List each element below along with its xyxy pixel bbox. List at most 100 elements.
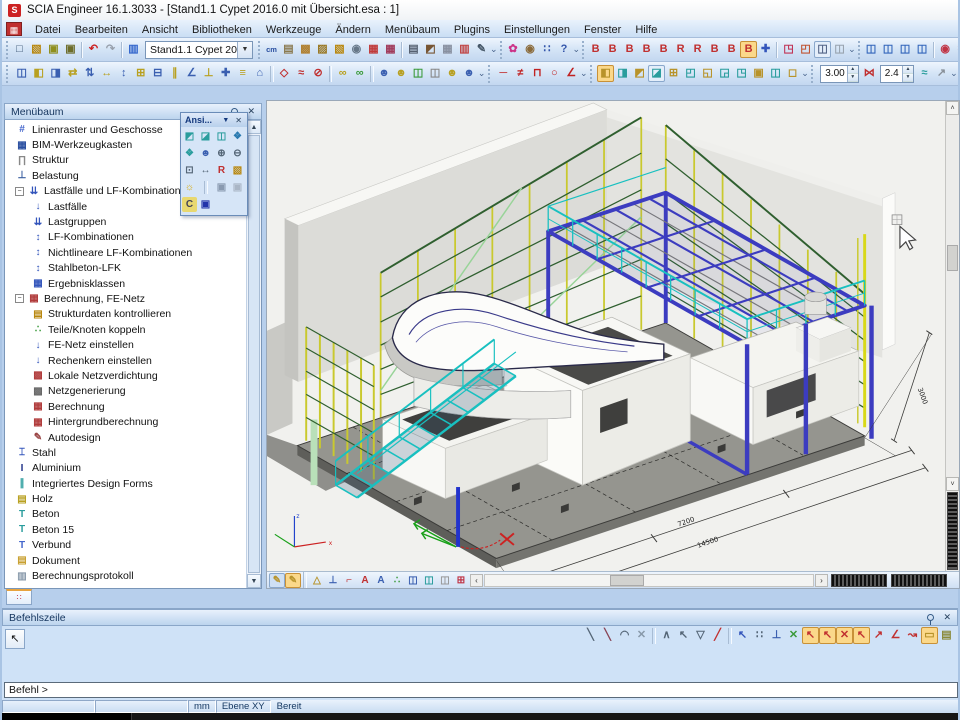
show-grid-icon[interactable]: ⊞: [453, 573, 469, 588]
document-red-icon[interactable]: ▥: [456, 41, 473, 58]
snap-ortho-icon[interactable]: ↗: [870, 627, 887, 644]
menu-item--ndern[interactable]: Ändern: [328, 22, 377, 38]
clipboard-picture-icon[interactable]: ✿: [505, 41, 522, 58]
member-vstretch-icon[interactable]: ↕: [115, 65, 132, 82]
zoom-out-icon[interactable]: ⊖: [230, 146, 245, 161]
window-result-icon[interactable]: ◳: [780, 41, 797, 58]
pointer-tool-button[interactable]: ↖: [5, 629, 25, 649]
toolbar-grip[interactable]: [858, 41, 860, 59]
snap-clear-icon[interactable]: ✕: [785, 627, 802, 644]
beam-icon[interactable]: B: [655, 41, 672, 58]
member-stretch-icon[interactable]: ↔: [98, 65, 115, 82]
member-perp-icon[interactable]: ⊥: [200, 65, 217, 82]
node-pair-2-icon[interactable]: ☻: [393, 65, 410, 82]
save-icon[interactable]: ▣: [45, 41, 62, 58]
toolbar-grip[interactable]: [6, 41, 8, 59]
overflow-chevron-icon[interactable]: ⌄: [478, 68, 486, 79]
tree-item[interactable]: ▤Strukturdaten kontrollieren: [5, 307, 246, 322]
snap-tangent-icon[interactable]: ↝: [904, 627, 921, 644]
move-crosshair-icon[interactable]: ✚: [757, 41, 774, 58]
snap-plane-icon[interactable]: ▽: [692, 627, 709, 644]
overflow-chevron-icon[interactable]: ⌄: [801, 68, 809, 79]
window-copy-3-icon[interactable]: ◫: [897, 41, 914, 58]
tree-item[interactable]: ↕Stahlbeton-LFK: [5, 261, 246, 276]
tree-item[interactable]: TBeton: [5, 507, 246, 522]
beam-copy-icon[interactable]: B: [604, 41, 621, 58]
scroll-down-icon[interactable]: ▼: [247, 574, 261, 588]
chevron-down-icon[interactable]: ▼: [219, 117, 232, 124]
tree-collapse-icon[interactable]: −: [15, 294, 24, 303]
combobox-dropdown-icon[interactable]: ▼: [237, 42, 252, 58]
tree-item[interactable]: ▤Holz: [5, 491, 246, 506]
tree-item[interactable]: ▤Dokument: [5, 553, 246, 568]
draw-bracket-icon[interactable]: ⊓: [529, 65, 546, 82]
member-remove-icon[interactable]: ⊟: [149, 65, 166, 82]
draw-angle-icon[interactable]: ∠: [563, 65, 580, 82]
snap-endpoint-icon[interactable]: ↖: [802, 627, 819, 644]
select-polygon-icon[interactable]: ◇: [276, 65, 293, 82]
node-pair-1-icon[interactable]: ☻: [376, 65, 393, 82]
status-units[interactable]: mm: [188, 700, 216, 713]
tree-item[interactable]: ▩Netzgenerierung: [5, 384, 246, 399]
results-icon[interactable]: ▦: [382, 41, 399, 58]
units-icon[interactable]: cm: [263, 41, 280, 58]
snap-midpoint-icon[interactable]: ↖: [819, 627, 836, 644]
raise-icon[interactable]: ↗: [933, 65, 950, 82]
show-mesh-icon[interactable]: ∴: [389, 573, 405, 588]
close-icon[interactable]: ✕: [232, 116, 245, 125]
save-all-icon[interactable]: ▣: [62, 41, 79, 58]
member-left-icon[interactable]: ◧: [30, 65, 47, 82]
tree-item[interactable]: TBeton 15: [5, 522, 246, 537]
axo-view-icon[interactable]: △: [309, 573, 325, 588]
menu-item-bearbeiten[interactable]: Bearbeiten: [68, 22, 135, 38]
tree-item[interactable]: ▦Berechnung: [5, 399, 246, 414]
scrollbar-thumb[interactable]: [610, 575, 644, 586]
menu-item-bibliotheken[interactable]: Bibliotheken: [185, 22, 259, 38]
node-curve-icon[interactable]: R: [689, 41, 706, 58]
select-plane-icon[interactable]: ⊘: [310, 65, 327, 82]
member-parallel-icon[interactable]: ∥: [166, 65, 183, 82]
overflow-chevron-icon[interactable]: ⌄: [573, 44, 581, 55]
overflow-chevron-icon[interactable]: ⌄: [580, 68, 588, 79]
snap-perp-icon[interactable]: ⊥: [768, 627, 785, 644]
room-split-icon[interactable]: ◫: [767, 65, 784, 82]
close-icon[interactable]: ✕: [940, 612, 954, 623]
beam-move-icon[interactable]: B: [587, 41, 604, 58]
tree-item[interactable]: ▥Berechnungsprotokoll: [5, 568, 246, 583]
room-tr-icon[interactable]: ◳: [733, 65, 750, 82]
zoom-in-icon[interactable]: ⊕: [214, 146, 229, 161]
edit-view-icon[interactable]: ▧: [230, 163, 245, 178]
menu-item-ansicht[interactable]: Ansicht: [135, 22, 185, 38]
tree-item[interactable]: ∴Teile/Knoten koppeln: [5, 322, 246, 337]
snap-line-icon[interactable]: ╲: [582, 627, 599, 644]
binocular-green-icon[interactable]: ∞: [351, 65, 368, 82]
spinner-buttons[interactable]: ▲▼: [902, 66, 913, 82]
new-document-icon[interactable]: □: [11, 41, 28, 58]
room-empty-icon[interactable]: ◻: [784, 65, 801, 82]
redo-icon[interactable]: ↷: [102, 41, 119, 58]
member-add-icon[interactable]: ⊞: [132, 65, 149, 82]
tree-item[interactable]: ∥Integriertes Design Forms: [5, 476, 246, 491]
spinner-buttons[interactable]: ▲▼: [847, 66, 858, 82]
show-labels-a-icon[interactable]: A: [357, 573, 373, 588]
wall-corner-icon[interactable]: ◪: [648, 65, 665, 82]
view-perspective-icon[interactable]: ❖: [182, 146, 197, 161]
point-grid-icon[interactable]: ∷: [539, 41, 556, 58]
tree-collapse-icon[interactable]: −: [15, 187, 24, 196]
member-angle-icon[interactable]: ∠: [183, 65, 200, 82]
menu-item-datei[interactable]: Datei: [28, 22, 68, 38]
angle-spinner[interactable]: 2.4 ▲▼: [880, 65, 914, 83]
toolbar-grip[interactable]: [582, 41, 584, 59]
rotate-x-control[interactable]: [831, 574, 887, 587]
clean-jet-icon[interactable]: ✈: [954, 41, 958, 58]
view-toolbar-header[interactable]: Ansi... ▼ ✕: [181, 113, 247, 127]
member-plus-icon[interactable]: ✚: [217, 65, 234, 82]
node-dot-icon[interactable]: R: [672, 41, 689, 58]
project-combobox[interactable]: Stand1.1 Cypet 20 ▼: [145, 41, 253, 59]
view-x-icon[interactable]: ◩: [182, 129, 197, 144]
layer-67-active-icon[interactable]: ◫: [814, 41, 831, 58]
calculator-icon[interactable]: ▦: [439, 41, 456, 58]
snap-angle-icon[interactable]: ∧: [658, 627, 675, 644]
snap-node-icon[interactable]: ↖: [853, 627, 870, 644]
scrollbar-thumb[interactable]: [248, 135, 260, 573]
